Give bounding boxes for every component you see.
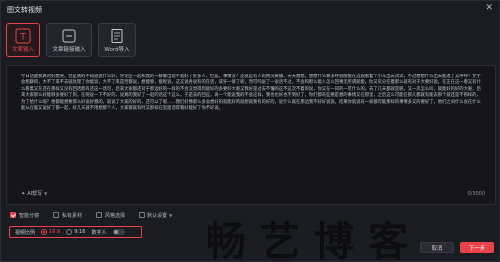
script-text[interactable]: 今日话题我真的好想哭，但是真的不知道说什么好，评论区一起和我的一聊聊出现不就好了…: [21, 74, 485, 190]
settings-checkbox[interactable]: [139, 212, 146, 218]
word-document-icon: [109, 28, 125, 44]
settings-dropdown-label: 默认设置: [147, 212, 168, 219]
ai-rewrite-label: AI帮写: [27, 191, 43, 197]
style-option[interactable]: 风格选择: [96, 212, 125, 219]
ratio-radio[interactable]: [41, 229, 48, 235]
ratio-option-9-16[interactable]: 9:16: [66, 229, 85, 235]
ratio-radio[interactable]: [66, 229, 73, 235]
private-material-checkbox[interactable]: [53, 212, 60, 218]
settings-dropdown[interactable]: 默认设置 ▼: [139, 212, 172, 219]
char-count: 0/3000: [467, 191, 485, 197]
digital-human-toggle[interactable]: [112, 229, 125, 235]
ratio-option-16-9[interactable]: 16:9: [41, 229, 60, 235]
chevron-down-icon: ▼: [169, 212, 173, 218]
footer-buttons: 取消 下一步: [420, 242, 494, 253]
smart-split-checkbox[interactable]: [10, 212, 16, 218]
ratio-label: 视频比例: [15, 229, 36, 236]
tab-label: Word导入: [104, 47, 130, 53]
tab-label: 文案输入: [11, 47, 34, 53]
tab-label: 文章链接输入: [52, 47, 86, 53]
options-row: 智能分镜 私有素材 风格选择 默认设置 ▼: [10, 210, 172, 220]
watermark: 畅艺博客: [206, 219, 422, 262]
sparkle-icon: ✦: [21, 190, 26, 197]
tab-link-input[interactable]: 文章链接输入: [46, 23, 92, 57]
svg-text:T: T: [19, 33, 26, 43]
ratio-option-label: 9:16: [74, 229, 86, 235]
next-button[interactable]: 下一步: [460, 242, 494, 253]
dialog-window: 图文转视频 ✕ T 文案输入 文章链接输入 Word导入 今日话题我真的好想哭，…: [0, 0, 500, 262]
digital-human-label: 数字人: [91, 229, 107, 236]
style-label: 风格选择: [105, 212, 126, 219]
cancel-button[interactable]: 取消: [420, 242, 454, 253]
script-editor[interactable]: 今日话题我真的好想哭，但是真的不知道说什么好，评论区一起和我的一聊聊出现不就好了…: [6, 65, 496, 205]
chevron-down-icon: ▼: [44, 191, 48, 196]
video-settings-box: 视频比例 16:9 9:16 数字人: [9, 226, 142, 238]
tab-word-import[interactable]: Word导入: [98, 23, 136, 57]
smart-split-label: 智能分镜: [19, 212, 40, 219]
ratio-option-label: 16:9: [49, 229, 61, 235]
tab-text-input[interactable]: T 文案输入: [6, 23, 40, 57]
link-icon: [61, 28, 77, 44]
private-material-label: 私有素材: [62, 212, 83, 219]
ai-rewrite-button[interactable]: ✦ AI帮写 ▼: [21, 190, 48, 198]
dialog-title: 图文转视频: [7, 6, 42, 14]
style-checkbox[interactable]: [96, 212, 103, 218]
close-icon[interactable]: ✕: [485, 3, 493, 13]
private-material-option[interactable]: 私有素材: [53, 212, 82, 219]
smart-split-option[interactable]: 智能分镜: [10, 212, 39, 219]
text-t-icon: T: [15, 28, 31, 44]
